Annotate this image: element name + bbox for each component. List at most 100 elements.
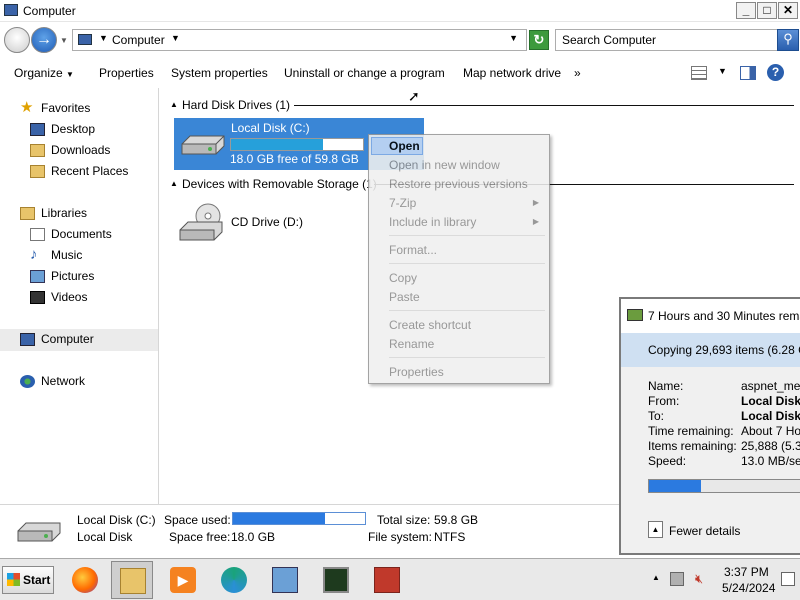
close-button[interactable]: ✕ <box>778 2 798 19</box>
view-options-dropdown[interactable]: ▼ <box>718 66 727 76</box>
group-header-removable[interactable]: Devices with Removable Storage (1) <box>182 177 377 191</box>
toolbox-icon <box>374 567 400 593</box>
details-name: Local Disk (C:) <box>77 513 156 527</box>
nav-item-label: Downloads <box>51 143 111 157</box>
fewer-details-label[interactable]: Fewer details <box>669 524 740 538</box>
back-button[interactable] <box>4 27 30 53</box>
clock-time[interactable]: 3:37 PM <box>724 565 769 579</box>
window-title: Computer <box>23 4 76 18</box>
videos-icon <box>30 291 45 304</box>
cd-drive-icon <box>179 203 223 241</box>
control-panel-icon <box>272 567 298 593</box>
nav-item-label: Libraries <box>41 206 88 220</box>
forward-button[interactable]: → <box>31 27 57 53</box>
collapse-arrow-icon[interactable]: ▲ <box>170 100 178 109</box>
space-used-label: Space used: <box>164 513 231 527</box>
menu-separator <box>389 263 545 264</box>
uninstall-program-button[interactable]: Uninstall or change a program <box>284 66 445 80</box>
detail-value[interactable]: Local Disk ( <box>741 394 800 408</box>
menu-item-restore-previous-versions[interactable]: Restore previous versions <box>389 177 528 191</box>
dialog-title-bar[interactable]: 7 Hours and 30 Minutes rema <box>621 299 800 333</box>
menu-item-open-new-window[interactable]: Open in new window <box>389 158 500 172</box>
clock-date[interactable]: 5/24/2024 <box>722 581 775 595</box>
taskbar: Start ▶ ▲ 🔇︎ 3:37 PM 5/24/2024 <box>0 558 800 600</box>
start-flag-icon <box>7 573 20 586</box>
music-icon: ♪ <box>30 246 38 263</box>
drive-name: Local Disk (C:) <box>231 121 310 135</box>
search-button[interactable]: ⚲ <box>777 29 799 51</box>
menu-item-rename[interactable]: Rename <box>389 337 434 351</box>
show-hidden-icons-button[interactable]: ▲ <box>652 573 660 582</box>
collapse-arrow-icon[interactable]: ▲ <box>170 179 178 188</box>
search-box[interactable] <box>555 29 778 51</box>
menu-item-7zip[interactable]: 7-Zip <box>389 196 416 210</box>
menu-item-include-in-library[interactable]: Include in library <box>389 215 476 229</box>
copy-progress-bar <box>648 479 800 493</box>
menu-item-paste[interactable]: Paste <box>389 290 420 304</box>
firefox-icon <box>72 567 98 593</box>
detail-value: 25,888 (5.33 <box>741 439 800 453</box>
nav-item-label: Pictures <box>51 269 95 283</box>
preview-pane-icon[interactable] <box>740 66 756 80</box>
refresh-button[interactable]: ↻ <box>529 30 549 50</box>
menu-item-create-shortcut[interactable]: Create shortcut <box>389 318 471 332</box>
total-size-label: Total size: <box>377 513 431 527</box>
recent-pages-dropdown[interactable]: ▼ <box>60 36 68 45</box>
maximize-button[interactable]: □ <box>757 2 777 19</box>
taskbar-explorer[interactable] <box>111 561 153 599</box>
taskbar-edge[interactable] <box>213 561 255 599</box>
system-properties-button[interactable]: System properties <box>171 66 268 80</box>
detail-value[interactable]: Local Disk ( <box>741 409 800 423</box>
address-field[interactable]: ▼ Computer ▼ ▼ <box>72 29 527 51</box>
context-menu: Open Open in new window Restore previous… <box>368 134 550 384</box>
drive-cd-d[interactable]: CD Drive (D:) <box>174 198 364 248</box>
file-system-label: File system: <box>368 530 433 544</box>
organize-menu[interactable]: Organize ▼ <box>14 66 74 80</box>
taskbar-media-player[interactable]: ▶ <box>162 561 204 599</box>
search-input[interactable] <box>562 30 777 50</box>
menu-item-copy[interactable]: Copy <box>389 271 417 285</box>
recent-places-icon <box>30 165 45 178</box>
notification-icon[interactable] <box>781 572 795 586</box>
command-bar: Organize ▼ Properties System properties … <box>0 58 800 88</box>
menu-item-properties[interactable]: Properties <box>389 365 444 379</box>
chevron-down-icon[interactable]: ▼ <box>171 33 180 43</box>
mouse-pointer-icon: ➚ <box>408 88 420 104</box>
downloads-folder-icon <box>30 144 45 157</box>
fewer-details-button[interactable]: ▲ <box>648 521 663 538</box>
taskbar-toolbox[interactable] <box>366 561 408 599</box>
breadcrumb[interactable]: Computer <box>112 33 165 47</box>
drive-usage-fill <box>231 139 324 150</box>
menu-item-format[interactable]: Format... <box>389 243 437 257</box>
group-header-hard-disks[interactable]: Hard Disk Drives (1) <box>182 98 290 112</box>
map-network-drive-button[interactable]: Map network drive <box>463 66 561 80</box>
volume-muted-icon[interactable]: 🔇︎ <box>695 572 709 586</box>
menu-item-open[interactable]: Open <box>389 139 420 153</box>
pictures-icon <box>30 270 45 283</box>
nav-item-label: Videos <box>51 290 88 304</box>
detail-value: About 7 Ho <box>741 424 800 438</box>
search-icon: ⚲ <box>783 31 793 46</box>
more-commands-button[interactable]: » <box>574 66 581 80</box>
properties-button[interactable]: Properties <box>99 66 154 80</box>
start-button[interactable]: Start <box>2 566 54 594</box>
address-history-dropdown[interactable]: ▼ <box>509 33 518 43</box>
file-system-value: NTFS <box>434 530 466 544</box>
dialog-heading-band: Copying 29,693 items (6.28 G <box>621 333 800 367</box>
nav-item-label: Recent Places <box>51 164 129 178</box>
nav-item-label: Computer <box>41 332 94 346</box>
chevron-down-icon[interactable]: ▼ <box>99 33 108 43</box>
network-tray-icon[interactable] <box>670 572 684 586</box>
copy-progress-dialog: 7 Hours and 30 Minutes rema Copying 29,6… <box>619 297 800 555</box>
minimize-button[interactable]: _ <box>736 2 756 19</box>
taskbar-task-manager[interactable] <box>315 561 357 599</box>
detail-key: Name: <box>648 379 684 393</box>
drive-name: CD Drive (D:) <box>231 215 303 229</box>
change-view-icon[interactable] <box>691 66 707 80</box>
detail-key: To: <box>648 409 665 423</box>
taskbar-firefox[interactable] <box>64 561 106 599</box>
forward-icon: → <box>36 31 52 48</box>
drive-free-space: 18.0 GB free of 59.8 GB <box>230 152 359 166</box>
help-icon[interactable]: ? <box>767 64 784 81</box>
taskbar-control-panel[interactable] <box>264 561 306 599</box>
